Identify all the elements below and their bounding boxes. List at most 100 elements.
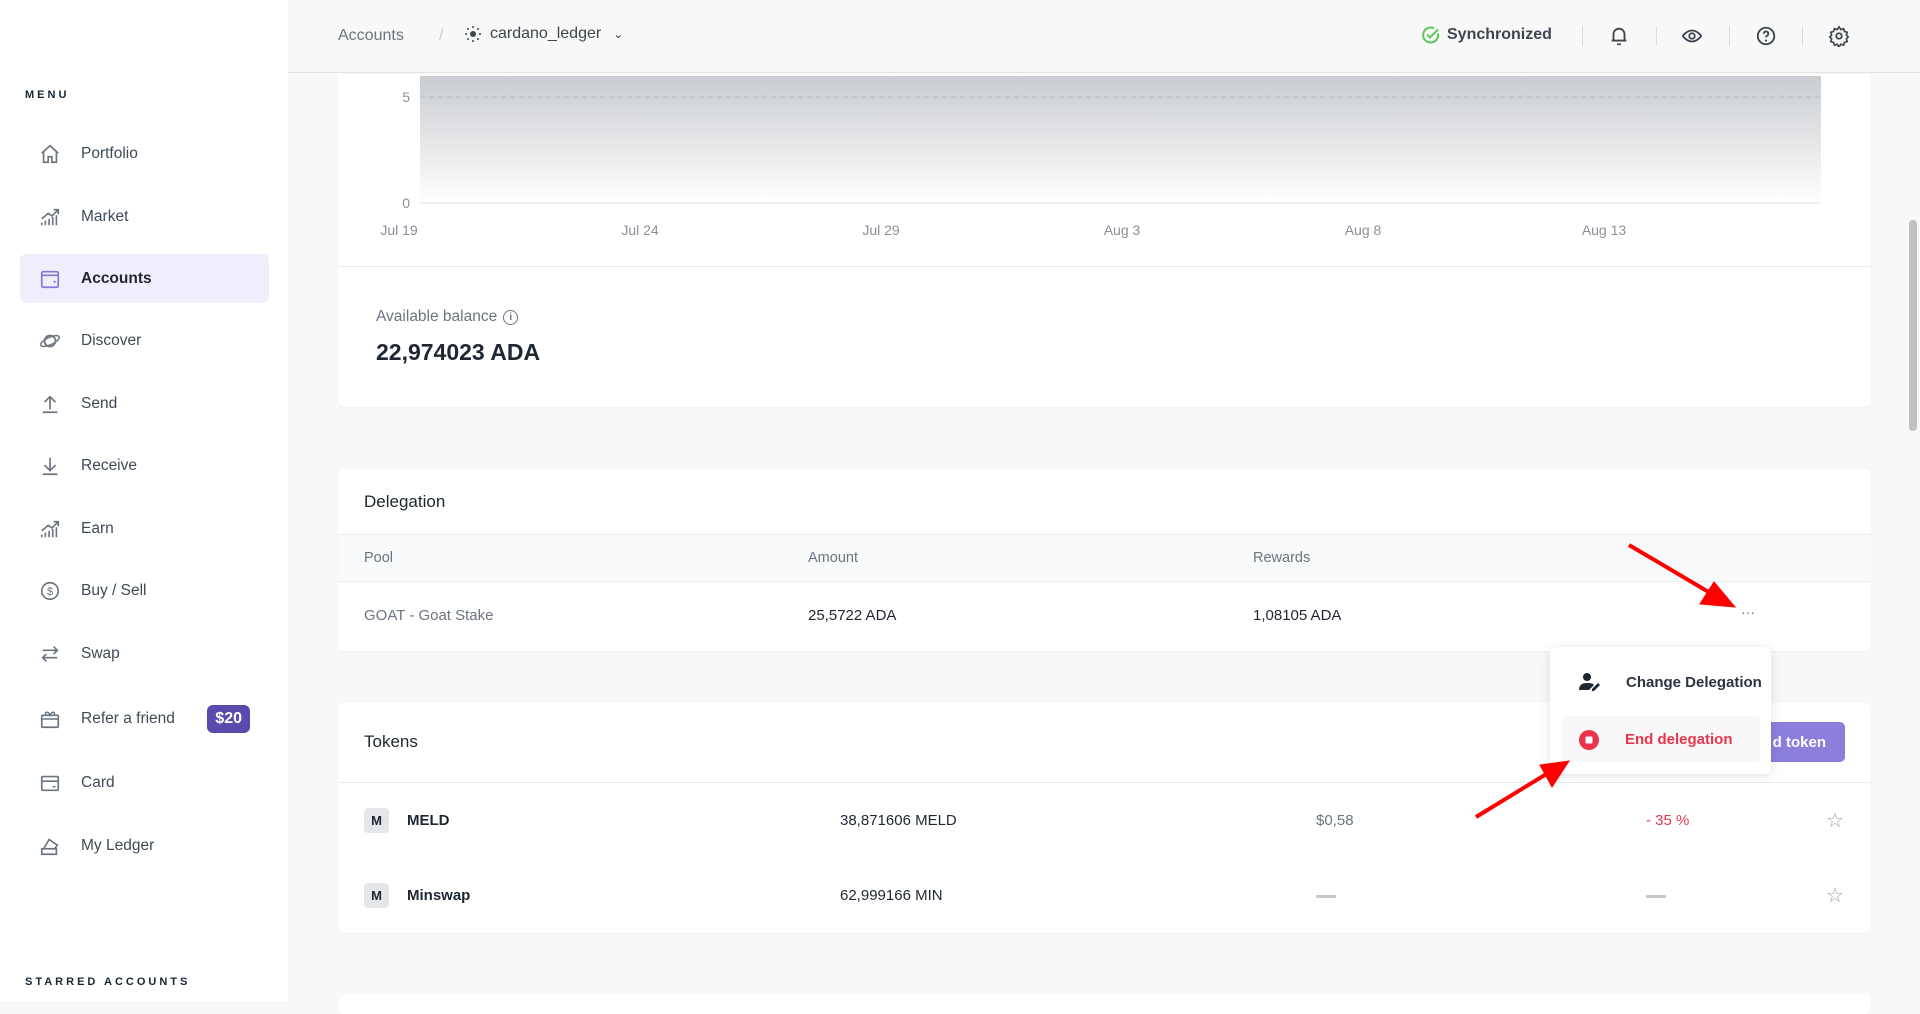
arrow-down-icon [39,455,61,477]
sidebar-item-label: Card [81,774,115,792]
sidebar-item-label: Earn [81,520,114,538]
divider [338,782,1871,783]
available-balance-label: Available balance i [376,308,518,326]
token-name: Minswap [407,887,470,904]
divider [338,266,1871,267]
delegation-options-menu: Change Delegation End delegation [1550,647,1771,774]
star-icon[interactable]: ☆ [1826,883,1844,908]
cardano-icon [464,25,482,43]
svg-text:$: $ [47,586,53,598]
menu-heading: MENU [25,89,69,101]
sidebar-item-earn[interactable]: Earn [20,504,269,553]
divider [1729,26,1730,46]
x-tick-label: Jul 24 [621,222,659,238]
token-price: $0,58 [1316,812,1354,829]
x-tick-label: Aug 8 [1345,222,1382,238]
gear-icon[interactable] [1828,25,1850,47]
planet-icon [39,330,61,352]
sidebar-item-label: Market [81,208,128,226]
balance-chart: 50Jul 19Jul 24Jul 29Aug 3Aug 8Aug 13 [338,74,1871,254]
scrollbar-thumb[interactable] [1909,220,1917,431]
home-icon [39,143,61,165]
earn-icon [39,518,61,540]
delegation-rewards: 1,08105 ADA [1253,607,1341,624]
dollar-icon: $ [39,580,61,602]
user-edit-icon [1579,672,1601,692]
available-balance-value: 22,974023 ADA [376,339,540,366]
eye-icon[interactable] [1681,25,1703,47]
delegation-title: Delegation [364,492,445,512]
star-icon[interactable]: ☆ [1826,808,1844,833]
sidebar-item-refer-a-friend[interactable]: Refer a friend $20 [20,694,269,743]
column-amount: Amount [808,550,858,566]
sidebar-item-receive[interactable]: Receive [20,441,269,490]
token-change: - 35 % [1646,812,1689,829]
sidebar-item-label: Accounts [81,270,152,288]
end-delegation-label: End delegation [1625,731,1733,748]
arrow-up-icon [39,393,61,415]
swap-icon [39,643,61,665]
starred-accounts-heading: STARRED ACCOUNTS [25,976,190,988]
account-selector[interactable]: cardano_ledger ⌄ [464,25,623,43]
sidebar-item-market[interactable]: Market [20,192,269,241]
token-change-empty [1646,895,1666,898]
y-tick-label: 5 [402,89,410,105]
pool-name[interactable]: GOAT - Goat Stake [364,607,494,624]
token-amount: 62,999166 MIN [840,887,943,904]
token-price-empty [1316,895,1336,898]
breadcrumb-separator: / [439,27,443,45]
x-tick-label: Aug 13 [1582,222,1627,238]
card-icon [39,772,61,794]
table-row[interactable]: M Minswap 62,999166 MIN ☆ [338,865,1871,925]
sidebar-item-card[interactable]: Card [20,758,269,807]
column-pool: Pool [364,550,393,566]
tokens-title: Tokens [364,732,418,752]
sidebar-item-label: Discover [81,332,141,350]
table-row[interactable]: M MELD 38,871606 MELD $0,58 - 35 % ☆ [338,790,1871,850]
sidebar-item-buy-sell[interactable]: $ Buy / Sell [20,566,269,615]
chart-area [420,76,1821,203]
sidebar-item-my-ledger[interactable]: My Ledger [20,821,269,870]
available-balance-text: Available balance [376,308,497,326]
delegation-card: Delegation Pool Amount Rewards GOAT - Go… [338,469,1871,651]
token-amount: 38,871606 MELD [840,812,957,829]
ledger-icon [39,835,61,857]
divider [1802,26,1803,46]
menu-item-end-delegation[interactable]: End delegation [1561,716,1760,763]
x-tick-label: Jul 29 [862,222,900,238]
token-badge: M [364,808,389,833]
delegation-amount: 25,5722 ADA [808,607,896,624]
change-delegation-label: Change Delegation [1626,674,1762,691]
sidebar-item-label: Portfolio [81,145,138,163]
balance-chart-card: 50Jul 19Jul 24Jul 29Aug 3Aug 8Aug 13 Ava… [338,74,1871,407]
sidebar-item-send[interactable]: Send [20,379,269,428]
check-circle-icon [1421,25,1441,45]
y-tick-label: 0 [402,195,410,211]
sidebar-item-discover[interactable]: Discover [20,316,269,365]
info-icon[interactable]: i [503,310,518,325]
breadcrumb-accounts[interactable]: Accounts [338,27,404,45]
token-badge: M [364,883,389,908]
menu-item-change-delegation[interactable]: Change Delegation [1550,664,1771,700]
more-options-button[interactable]: ··· [1741,604,1755,620]
sidebar: MENU Portfolio Market Accounts Discover … [0,0,288,1001]
sidebar-item-label: Refer a friend [81,710,175,728]
gift-icon [39,708,61,730]
token-name: MELD [407,812,450,829]
sync-status: Synchronized [1421,25,1552,45]
column-rewards: Rewards [1253,550,1310,566]
next-card [338,994,1871,1014]
sidebar-item-accounts[interactable]: Accounts [20,254,269,303]
sidebar-item-portfolio[interactable]: Portfolio [20,129,269,178]
sidebar-item-label: My Ledger [81,837,154,855]
x-tick-label: Aug 3 [1104,222,1141,238]
sync-status-label: Synchronized [1447,26,1552,44]
top-bar: Accounts / cardano_ledger ⌄ Synchronized [288,0,1920,73]
help-icon[interactable] [1755,25,1777,47]
delegation-table-header: Pool Amount Rewards [338,534,1871,582]
divider [1656,26,1657,46]
bell-icon[interactable] [1608,25,1630,47]
account-name: cardano_ledger [490,25,601,43]
sidebar-item-label: Buy / Sell [81,582,146,600]
sidebar-item-swap[interactable]: Swap [20,629,269,678]
